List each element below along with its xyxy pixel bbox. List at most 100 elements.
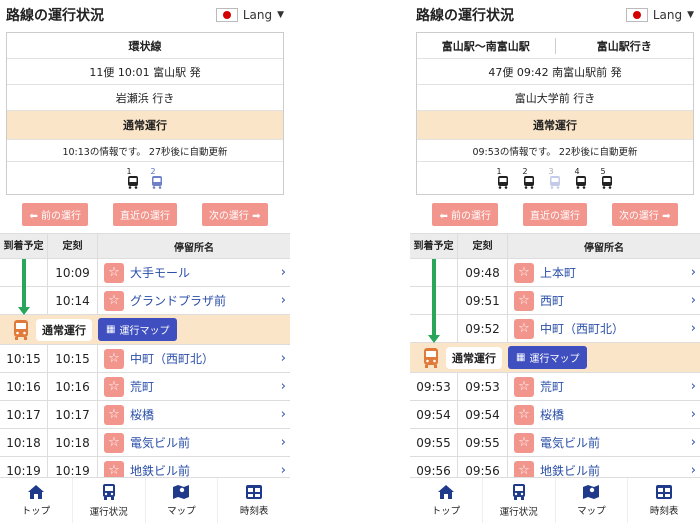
table-row[interactable]: 10:14 ☆ グランドプラザ前 › — [0, 287, 290, 315]
grid-icon — [656, 485, 673, 499]
route-map-button[interactable]: ▦ 運行マップ — [98, 318, 178, 341]
map-icon: ▦ — [516, 352, 526, 363]
tab-top[interactable]: トップ — [410, 478, 483, 523]
tab-timetable[interactable]: 時刻表 — [218, 478, 290, 523]
chevron-right-icon: › — [690, 379, 696, 394]
tab-status[interactable]: 運行状況 — [483, 478, 556, 523]
trip-info: 11便 10:01 富山駅 発 — [7, 59, 283, 85]
current-bus-banner: 通常運行 ▦ 運行マップ — [0, 315, 290, 345]
chevron-right-icon: › — [690, 463, 696, 478]
table-row[interactable]: 09:54 09:54 ☆ 桜橋 › — [410, 401, 700, 429]
route-name: 環状線 — [7, 33, 283, 59]
caret-down-icon: ▼ — [277, 10, 284, 20]
tab-map[interactable]: マップ — [556, 478, 629, 523]
progress-arrow — [22, 259, 26, 307]
tab-timetable[interactable]: 時刻表 — [628, 478, 700, 523]
star-icon[interactable]: ☆ — [514, 404, 534, 425]
star-icon[interactable]: ☆ — [514, 262, 534, 283]
stop-list: 10:09 ☆ 大手モール › 10:14 ☆ グランドプラザ前 › 通常運行 ▦ 運行マ… — [0, 259, 290, 485]
map-icon: ▦ — [106, 324, 116, 335]
star-icon[interactable]: ☆ — [104, 404, 124, 425]
chevron-right-icon: › — [280, 293, 286, 308]
trip-card: 富山駅〜南富山駅 富山駅行き 47便 09:42 南富山駅前 発 富山大学前 行… — [416, 32, 694, 195]
tab-status[interactable]: 運行状況 — [73, 478, 146, 523]
header-stop: 停留所名 — [174, 242, 214, 254]
progress-arrow — [432, 259, 436, 335]
status-label: 通常運行 — [7, 111, 283, 140]
nearest-trip-button[interactable]: 直近の運行 — [112, 202, 177, 226]
bus-icon — [102, 483, 115, 500]
bus-indicator[interactable]: 4 — [574, 167, 587, 189]
table-row[interactable]: 09:55 09:55 ☆ 電気ビル前 › — [410, 429, 700, 457]
bottom-tab-bar: トップ 運行状況 マップ 時刻表 — [0, 477, 290, 523]
status-badge: 通常運行 — [36, 318, 92, 341]
stop-name: 上本町 — [540, 266, 577, 280]
stop-list: 09:48 ☆ 上本町 › 09:51 ☆ 西町 › 09:52 ☆ 中町（西町北） › 通… — [410, 259, 700, 485]
star-icon[interactable]: ☆ — [104, 376, 124, 397]
star-icon[interactable]: ☆ — [104, 348, 124, 369]
bus-icon — [524, 176, 534, 189]
table-row[interactable]: 10:09 ☆ 大手モール › — [0, 259, 290, 287]
star-icon[interactable]: ☆ — [104, 290, 124, 311]
language-selector[interactable]: Lang ▼ — [215, 8, 284, 22]
next-trip-button[interactable]: 次の運行 ➡ — [201, 202, 268, 226]
table-row[interactable]: 09:52 ☆ 中町（西町北） › — [410, 315, 700, 343]
bus-indicator[interactable]: 1 — [126, 167, 139, 189]
table-row[interactable]: 09:53 09:53 ☆ 荒町 › — [410, 373, 700, 401]
destination: 富山大学前 行き — [417, 85, 693, 111]
stop-name: 荒町 — [540, 380, 565, 394]
chevron-right-icon: › — [280, 379, 286, 394]
tab-map[interactable]: マップ — [146, 478, 219, 523]
chevron-right-icon: › — [690, 321, 696, 336]
nearest-trip-button[interactable]: 直近の運行 — [522, 202, 587, 226]
table-row[interactable]: 09:51 ☆ 西町 › — [410, 287, 700, 315]
table-row[interactable]: 09:48 ☆ 上本町 › — [410, 259, 700, 287]
next-trip-button[interactable]: 次の運行 ➡ — [611, 202, 678, 226]
table-row[interactable]: 10:15 10:15 ☆ 中町（西町北） › — [0, 345, 290, 373]
home-icon — [27, 485, 44, 499]
star-icon[interactable]: ☆ — [514, 290, 534, 311]
tab-top[interactable]: トップ — [0, 478, 73, 523]
bus-indicator[interactable]: 2 — [150, 167, 163, 189]
stop-name: 中町（西町北） — [130, 352, 215, 366]
route-direction: 富山駅行き — [554, 37, 694, 54]
japan-flag-icon — [625, 8, 648, 22]
header-scheduled: 定刻 — [458, 234, 508, 258]
app-header: 路線の運行状況 Lang ▼ — [410, 0, 700, 30]
table-row[interactable]: 10:18 10:18 ☆ 電気ビル前 › — [0, 429, 290, 457]
route-map-button[interactable]: ▦ 運行マップ — [508, 346, 588, 369]
bottom-tab-bar: トップ 運行状況 マップ 時刻表 — [410, 477, 700, 523]
bus-indicator[interactable]: 2 — [522, 167, 535, 189]
bus-indicator[interactable]: 5 — [600, 167, 613, 189]
prev-trip-button[interactable]: ⬅ 前の運行 — [22, 202, 89, 226]
table-header: 到着予定 定刻 停留所名 — [410, 233, 700, 259]
bus-indicator-row: 1 2 3 4 5 — [417, 162, 693, 194]
star-icon[interactable]: ☆ — [104, 262, 124, 283]
status-label: 通常運行 — [417, 111, 693, 140]
header-arrival: 到着予定 — [410, 234, 458, 258]
trip-navigation: ⬅ 前の運行 直近の運行 次の運行 ➡ — [0, 195, 290, 233]
star-icon[interactable]: ☆ — [514, 376, 534, 397]
bus-icon — [152, 176, 162, 189]
table-row[interactable]: 10:17 10:17 ☆ 桜橋 › — [0, 401, 290, 429]
stop-name: 電気ビル前 — [130, 436, 191, 450]
bus-icon — [576, 176, 586, 189]
left-screen: 路線の運行状況 Lang ▼ 環状線 11便 10:01 富山駅 発 岩瀬浜 行… — [0, 0, 290, 523]
destination: 岩瀬浜 行き — [7, 85, 283, 111]
stop-name: グランドプラザ前 — [130, 294, 227, 308]
table-row[interactable]: 10:16 10:16 ☆ 荒町 › — [0, 373, 290, 401]
route-name: 富山駅〜南富山駅 — [441, 39, 530, 53]
prev-trip-button[interactable]: ⬅ 前の運行 — [432, 202, 499, 226]
update-info: 09:53の情報です。 22秒後に自動更新 — [417, 140, 693, 162]
bus-indicator[interactable]: 3 — [548, 167, 561, 189]
star-icon[interactable]: ☆ — [104, 432, 124, 453]
caret-down-icon: ▼ — [687, 10, 694, 20]
star-icon[interactable]: ☆ — [514, 318, 534, 339]
language-selector[interactable]: Lang ▼ — [625, 8, 694, 22]
bus-icon — [498, 176, 508, 189]
map-icon — [173, 485, 190, 499]
star-icon[interactable]: ☆ — [514, 432, 534, 453]
bus-indicator[interactable]: 1 — [496, 167, 509, 189]
status-badge: 通常運行 — [446, 346, 502, 369]
header-scheduled: 定刻 — [48, 234, 98, 258]
